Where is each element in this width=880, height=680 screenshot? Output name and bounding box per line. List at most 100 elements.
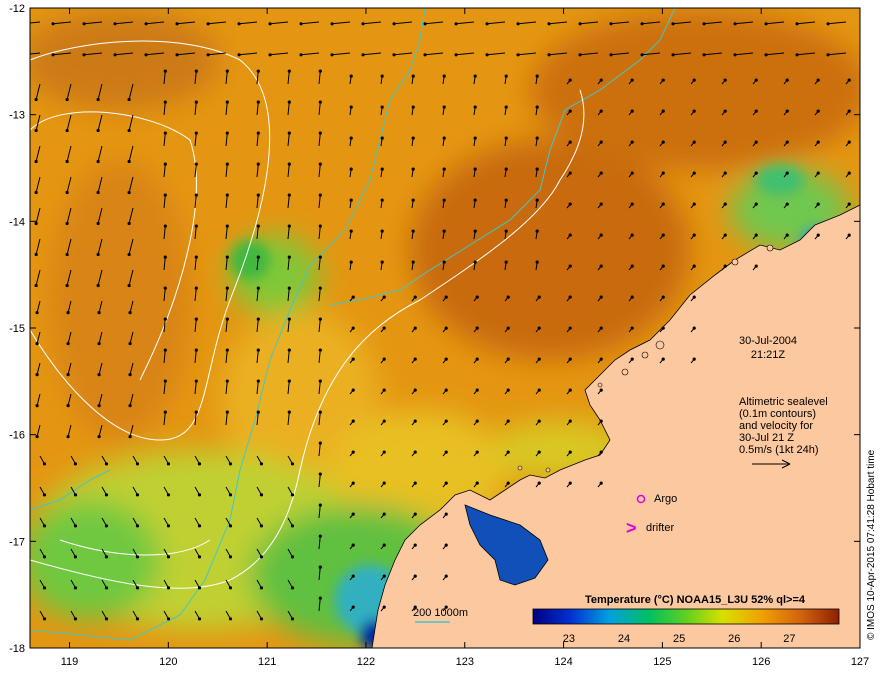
velocity-arrow-head [568,264,572,268]
velocity-arrow-head [128,404,132,408]
velocity-arrow-head [318,348,322,352]
velocity-arrow-head [382,605,386,609]
velocity-arrow-head [537,295,541,299]
velocity-arrow-head [599,326,603,330]
velocity-arrow-head [287,100,291,104]
velocity-arrow-head [599,202,603,206]
velocity-arrow-head [473,198,477,202]
velocity-arrow-head [256,162,260,166]
velocity-arrow-head [547,22,551,26]
velocity-arrow-head [318,193,322,197]
velocity-arrow-head [640,53,644,57]
velocity-arrow-head [816,171,820,175]
velocity-arrow-head [127,252,131,257]
velocity-arrow-head [73,493,78,497]
lat-tick-label: -13 [9,110,25,122]
velocity-arrow-head [733,53,737,57]
velocity-arrow-head [97,404,101,408]
velocity-arrow-head [630,295,634,299]
velocity-arrow-head [413,326,417,330]
velocity-arrow-head [475,450,479,454]
velocity-arrow-head [847,78,851,82]
velocity-arrow-head [73,555,78,559]
velocity-arrow-head [380,260,384,264]
velocity-arrow-head [65,221,69,226]
velocity-arrow-head [225,100,229,104]
drifter-marker: > [626,518,637,538]
velocity-arrow-head [351,326,355,330]
lon-tick-label: 119 [61,656,79,668]
velocity-arrow-head [318,472,322,476]
velocity-arrow-head [630,202,634,206]
velocity-arrow-head [392,22,396,26]
velocity-arrow-head [197,617,202,621]
velocity-arrow-head [228,524,233,528]
velocity-arrow-head [473,260,477,264]
velocity-arrow-head [661,295,665,299]
velocity-arrow-head [351,512,355,516]
velocity-arrow-head [290,555,295,559]
velocity-arrow-head [380,229,384,233]
velocity-arrow-head [66,435,70,439]
velocity-arrow-head [535,105,539,109]
velocity-arrow-head [568,78,572,82]
velocity-arrow-head [702,53,706,57]
velocity-arrow-head [349,105,353,109]
velocity-arrow-head [661,326,665,330]
velocity-arrow-head [351,481,355,485]
velocity-arrow-head [671,53,675,57]
velocity-arrow-head [475,388,479,392]
velocity-arrow-head [692,202,696,206]
velocity-arrow-head [816,202,820,206]
velocity-arrow-head [144,53,148,57]
velocity-arrow-head [287,379,291,383]
velocity-arrow-head [568,450,572,454]
velocity-arrow-head [444,450,448,454]
velocity-arrow-head [349,229,353,233]
velocity-arrow-head [256,69,260,73]
velocity-arrow-head [42,555,47,559]
velocity-arrow-head [442,105,446,109]
velocity-arrow-head [197,493,202,497]
velocity-arrow-head [411,260,415,264]
velocity-arrow-head [599,233,603,237]
colorbar-title: Temperature (°C) NOAA15_L3U 52% ql>=4 [585,594,806,606]
velocity-arrow-head [287,224,291,228]
velocity-arrow-head [504,198,508,202]
velocity-arrow-head [135,493,140,497]
velocity-arrow-head [51,53,55,57]
velocity-arrow-head [630,171,634,175]
velocity-arrow-head [225,317,229,321]
velocity-arrow-head [96,252,100,257]
velocity-arrow-head [568,326,572,330]
velocity-arrow-head [65,283,69,288]
velocity-arrow-head [733,22,737,26]
velocity-arrow-head [20,53,23,56]
velocity-arrow-head [578,53,582,57]
velocity-arrow-head [256,317,260,321]
colorbar-tick-label: 24 [618,633,630,645]
velocity-arrow-head [268,53,272,57]
velocity-arrow-head [163,255,167,259]
velocity-arrow-head [127,128,131,133]
velocity-arrow-head [163,379,167,383]
velocity-arrow-head [349,167,353,171]
velocity-arrow-head [609,22,613,26]
velocity-arrow-head [516,22,520,26]
alt-line-2: (0.1m contours) [739,408,816,420]
velocity-arrow-head [194,100,198,104]
velocity-arrow-head [847,171,851,175]
velocity-arrow-head [816,233,820,237]
velocity-arrow-head [256,131,260,135]
velocity-arrow-head [504,105,508,109]
velocity-arrow-head [568,357,572,361]
velocity-arrow-head [382,357,386,361]
velocity-arrow-head [537,450,541,454]
velocity-arrow-head [723,78,727,82]
velocity-arrow-head [351,388,355,392]
velocity-arrow-head [135,555,140,559]
velocity-arrow-head [444,481,448,485]
velocity-arrow-head [442,198,446,202]
colorbar-tick-label: 25 [673,633,685,645]
velocity-arrow-head [661,233,665,237]
